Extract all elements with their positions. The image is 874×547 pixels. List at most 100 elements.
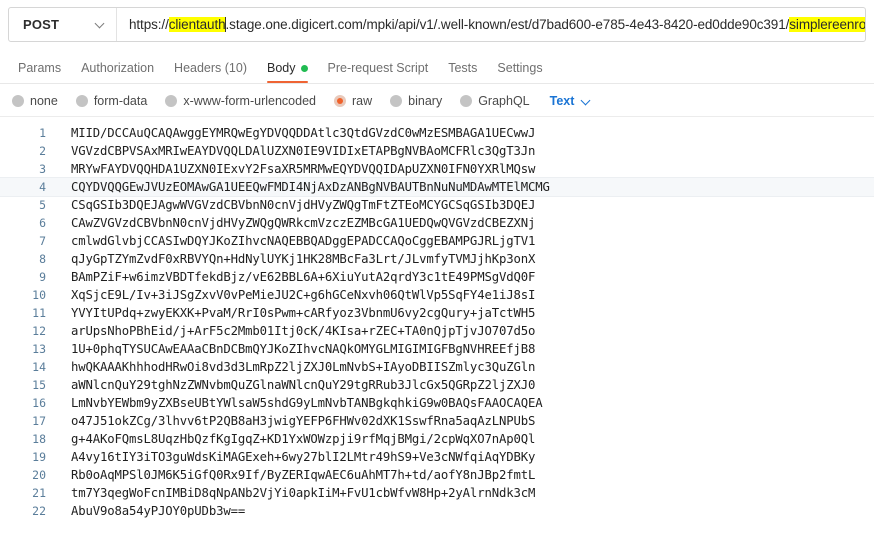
tab-headers-10[interactable]: Headers (10) xyxy=(164,61,257,83)
body-type-options: none form-data x-www-form-urlencoded raw bin… xyxy=(0,86,874,117)
line-content: tm7Y3qegWoFcnIMBiD8qNpANb2VjYi0apkIiM+Fv… xyxy=(71,486,536,500)
raw-body-editor[interactable]: 1 MIID/DCCAuQCAQAwggEYMRQwEgYDVQQDDAtlc3Q… xyxy=(0,124,874,534)
line-number: 12 xyxy=(32,324,46,338)
tab-tests[interactable]: Tests xyxy=(438,61,487,83)
code-line[interactable]: 1 MIID/DCCAuQCAQAwggEYMRQwEgYDVQQDDAtlc3Q… xyxy=(0,124,874,142)
code-line[interactable]: 6 CAwZVGVzdCBVbnN0cnVjdHVyZWQgQWRkcmVzczE… xyxy=(0,214,874,232)
radio-icon xyxy=(12,95,24,107)
code-line[interactable]: 18 g+4AKoFQmsL8UqzHbQzfKgIgqZ+KD1YxWOWzpj… xyxy=(0,430,874,448)
line-number: 22 xyxy=(32,504,46,518)
tab-pre-request-script[interactable]: Pre-request Script xyxy=(318,61,439,83)
tab-body[interactable]: Body xyxy=(257,61,318,83)
line-number: 4 xyxy=(39,180,46,194)
body-format-select[interactable]: Text xyxy=(550,94,593,108)
code-line[interactable]: 12 arUpsNhoPBhEid/j+ArF5c2Mmb01Itj0cK/4KI… xyxy=(0,322,874,340)
line-number: 1 xyxy=(39,126,46,140)
code-line[interactable]: 7 cmlwdGlvbjCCASIwDQYJKoZIhvcNAQEBBQADggE… xyxy=(0,232,874,250)
line-content: CSqGSIb3DQEJAgwWVGVzdCBVbnN0cnVjdHVyZWQg… xyxy=(71,198,536,212)
code-line[interactable]: 14 hwQKAAAKhhhodHRwOi8vd3d3LmRpZ2ljZXJ0Lm… xyxy=(0,358,874,376)
radio-icon xyxy=(75,95,88,107)
code-line[interactable]: 20 Rb0oAqMPSl0JM6K5iGfQ0Rx9If/ByZERIqwAEC… xyxy=(0,466,874,484)
tab-label: Body xyxy=(267,61,296,75)
line-content: YVYItUPdq+zwyEKXK+PvaM/RrI0sPwm+cARfyoz3… xyxy=(71,306,536,320)
radio-icon xyxy=(460,95,473,107)
body-type-label: raw xyxy=(352,94,373,108)
code-line[interactable]: 13 1U+0phqTYSUCAwEAAaCBnDCBmQYJKoZIhvcNAQ… xyxy=(0,340,874,358)
radio-icon xyxy=(390,95,403,107)
url-segment: clientauth xyxy=(168,17,226,32)
url-segment: https:// xyxy=(129,17,169,32)
tab-label: Tests xyxy=(448,61,478,75)
body-type-graphql[interactable]: GraphQL xyxy=(460,94,530,108)
body-type-none[interactable]: none xyxy=(12,94,58,108)
line-content: A4vy16tIY3iTO3guWdsKiMAGExeh+6wy27blI2LM… xyxy=(71,450,536,464)
code-line[interactable]: 8 qJyGpTZYmZvdF0xRBVYQn+HdNylUYKj1HK28MBc… xyxy=(0,250,874,268)
tab-label: Settings xyxy=(497,61,543,75)
line-content: LmNvbYEWbm9yZXBseUBtYWlsaW5shdG9yLmNvbTA… xyxy=(71,396,543,410)
url-segment: simplereenroll xyxy=(789,17,865,32)
body-type-label: form-data xyxy=(93,94,148,108)
url-text: https://clientauth.stage.one.digicert.co… xyxy=(129,17,865,32)
code-line[interactable]: 5 CSqGSIb3DQEJAgwWVGVzdCBVbnN0cnVjdHVyZWQ… xyxy=(0,196,874,214)
body-type-raw[interactable]: raw xyxy=(334,94,372,108)
body-present-dot-icon xyxy=(300,64,308,72)
url-segment: .stage.one.digicert.com/mpki/api/v1/.wel… xyxy=(225,17,790,32)
code-line[interactable]: 16 LmNvbYEWbm9yZXBseUBtYWlsaW5shdG9yLmNvb… xyxy=(0,394,874,412)
code-line[interactable]: 2 VGVzdCBPVSAxMRIwEAYDVQQLDAlUZXN0IE9VIDI… xyxy=(0,142,874,160)
line-content: Rb0oAqMPSl0JM6K5iGfQ0Rx9If/ByZERIqwAEC6u… xyxy=(71,468,536,482)
line-content: AbuV9o8a54yPJOY0pUDb3w== xyxy=(71,504,246,518)
code-line[interactable]: 11 YVYItUPdq+zwyEKXK+PvaM/RrI0sPwm+cARfyo… xyxy=(0,304,874,322)
line-number: 11 xyxy=(32,306,46,320)
code-line[interactable]: 17 o47J51okZCg/3lhvv6tP2QB8aH3jwigYEFP6FH… xyxy=(0,412,874,430)
line-number: 13 xyxy=(32,342,46,356)
body-type-x-www-form-urlencoded[interactable]: x-www-form-urlencoded xyxy=(165,94,316,108)
code-line[interactable]: 4 CQYDVQQGEwJVUzEOMAwGA1UEEQwFMDI4NjAxDzA… xyxy=(0,177,874,197)
tab-label: Params xyxy=(18,61,62,75)
line-number: 17 xyxy=(32,414,46,428)
line-content: MIID/DCCAuQCAQAwggEYMRQwEgYDVQQDDAtlc3Qt… xyxy=(71,126,536,140)
body-format-label: Text xyxy=(549,94,575,108)
tab-params[interactable]: Params xyxy=(8,61,71,83)
code-line[interactable]: 21 tm7Y3qegWoFcnIMBiD8qNpANb2VjYi0apkIiM+… xyxy=(0,484,874,502)
line-content: arUpsNhoPBhEid/j+ArF5c2Mmb01Itj0cK/4KIsa… xyxy=(71,324,536,338)
line-number: 15 xyxy=(32,378,46,392)
radio-icon xyxy=(334,95,346,107)
radio-icon xyxy=(165,95,178,107)
line-content: hwQKAAAKhhhodHRwOi8vd3d3LmRpZ2ljZXJ0LmNv… xyxy=(71,360,536,374)
line-number: 3 xyxy=(39,162,46,176)
body-type-binary[interactable]: binary xyxy=(390,94,442,108)
line-content: qJyGpTZYmZvdF0xRBVYQn+HdNylUYKj1HK28MBcF… xyxy=(71,252,536,266)
line-number: 9 xyxy=(39,270,46,284)
line-number: 8 xyxy=(39,252,46,266)
request-url-bar: POST https://clientauth.stage.one.digice… xyxy=(8,7,866,42)
code-line[interactable]: 19 A4vy16tIY3iTO3guWdsKiMAGExeh+6wy27blI2… xyxy=(0,448,874,466)
line-number: 5 xyxy=(39,198,46,212)
line-number: 10 xyxy=(32,288,46,302)
body-type-label: none xyxy=(30,94,58,108)
tab-authorization[interactable]: Authorization xyxy=(71,61,164,83)
request-tabs: Params Authorization Headers (10) Body Pre-r… xyxy=(0,52,874,84)
line-number: 2 xyxy=(39,144,46,158)
line-content: MRYwFAYDVQQHDA1UZXN0IExvY2FsaXR5MRMwEQYD… xyxy=(71,162,536,176)
code-line[interactable]: 22 AbuV9o8a54yPJOY0pUDb3w== xyxy=(0,502,874,520)
line-content: cmlwdGlvbjCCASIwDQYJKoZIhvcNAQEBBQADggEP… xyxy=(71,234,536,248)
code-line[interactable]: 9 BAmPZiF+w6imzVBDTfekdBjz/vE62BBL6A+6Xiu… xyxy=(0,268,874,286)
code-line[interactable]: 10 XqSjcE9L/Iv+3iJSgZxvV0vPeMieJU2C+g6hGC… xyxy=(0,286,874,304)
line-content: BAmPZiF+w6imzVBDTfekdBjz/vE62BBL6A+6XiuY… xyxy=(71,270,536,284)
line-content: aWNlcnQuY29tghNzZWNvbmQuZGlnaWNlcnQuY29t… xyxy=(71,378,536,392)
url-input[interactable]: https://clientauth.stage.one.digicert.co… xyxy=(117,8,865,41)
code-line[interactable]: 3 MRYwFAYDVQQHDA1UZXN0IExvY2FsaXR5MRMwEQY… xyxy=(0,160,874,178)
line-number: 14 xyxy=(32,360,46,374)
line-content: CQYDVQQGEwJVUzEOMAwGA1UEEQwFMDI4NjAxDzAN… xyxy=(71,180,550,194)
line-number: 21 xyxy=(32,486,46,500)
code-line[interactable]: 15 aWNlcnQuY29tghNzZWNvbmQuZGlnaWNlcnQuY2… xyxy=(0,376,874,394)
body-type-form-data[interactable]: form-data xyxy=(75,94,148,108)
line-content: VGVzdCBPVSAxMRIwEAYDVQQLDAlUZXN0IE9VIDIx… xyxy=(71,144,536,158)
tab-settings[interactable]: Settings xyxy=(487,61,552,83)
tab-label: Headers (10) xyxy=(174,61,247,75)
body-type-label: x-www-form-urlencoded xyxy=(183,94,316,108)
line-content: XqSjcE9L/Iv+3iJSgZxvV0vPeMieJU2C+g6hGCeN… xyxy=(71,288,536,302)
line-content: o47J51okZCg/3lhvv6tP2QB8aH3jwigYEFP6FHWv… xyxy=(71,414,536,428)
http-method-label: POST xyxy=(23,17,60,32)
http-method-select[interactable]: POST xyxy=(9,8,117,41)
